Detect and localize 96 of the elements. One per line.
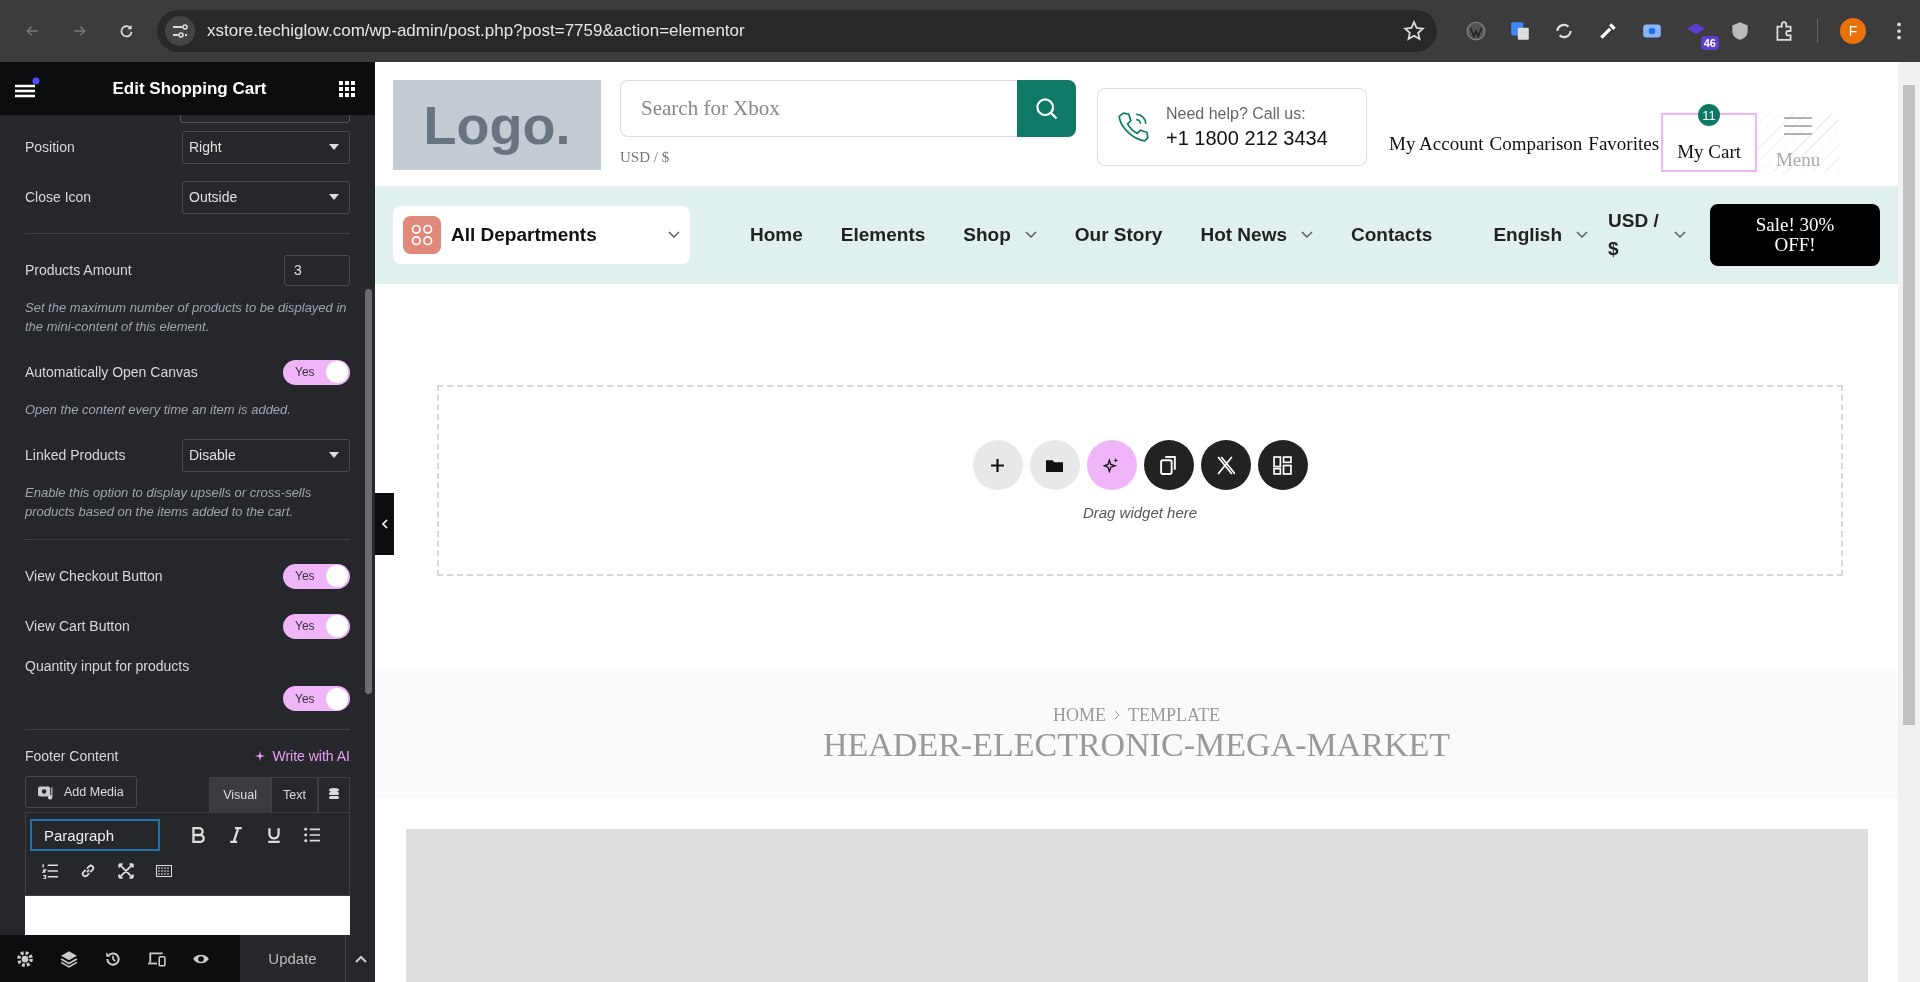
control-label: Footer Content bbox=[25, 748, 119, 764]
update-button[interactable]: Update bbox=[240, 935, 345, 982]
page-title: HEADER-ELECTRONIC-MEGA-MARKET bbox=[822, 725, 1450, 764]
select-field[interactable]: Outside bbox=[182, 180, 350, 214]
help-text: Enable this option to display upsells or cross-sells products based on the items added to the cart. bbox=[25, 484, 313, 521]
chevron-down-icon bbox=[1674, 231, 1686, 239]
caret-icon bbox=[329, 144, 339, 150]
departments-icon bbox=[403, 216, 441, 254]
eyedropper-icon[interactable] bbox=[1597, 20, 1619, 42]
underline-icon[interactable] bbox=[266, 827, 282, 843]
template-icon[interactable] bbox=[1257, 440, 1308, 490]
phone-icon bbox=[1116, 110, 1150, 144]
number-field[interactable]: 3 bbox=[284, 254, 350, 286]
chevron-down-icon bbox=[1576, 231, 1588, 239]
shield-icon[interactable] bbox=[1729, 20, 1751, 42]
help-text: Open the content every time an item is added. bbox=[25, 401, 292, 419]
chevron-left-icon bbox=[381, 519, 388, 529]
bold-icon[interactable] bbox=[190, 827, 206, 843]
nav-link[interactable]: Elements bbox=[840, 224, 926, 246]
collapse-panel-button[interactable] bbox=[375, 493, 394, 555]
toggle-switch[interactable]: Yes bbox=[283, 613, 350, 639]
chevron-up-icon[interactable] bbox=[345, 935, 375, 982]
select-field[interactable]: Right bbox=[182, 130, 350, 164]
fullscreen-icon[interactable] bbox=[118, 863, 134, 879]
translate-icon[interactable] bbox=[1509, 20, 1531, 42]
panel-title: Edit Shopping Cart bbox=[111, 78, 268, 99]
extension-badge: 46 bbox=[1700, 36, 1719, 50]
nav-link[interactable]: Hot News bbox=[1200, 224, 1313, 246]
account-link[interactable]: My Account bbox=[1389, 133, 1484, 155]
help-text: Set the maximum number of products to be displayed in the mini-content of this element. bbox=[25, 299, 348, 336]
nav-dropdown[interactable]: English bbox=[1493, 224, 1588, 246]
site-settings-icon[interactable] bbox=[165, 16, 195, 46]
control-label: Close Icon bbox=[25, 189, 92, 205]
database-icon[interactable] bbox=[318, 777, 350, 812]
bullet-list-icon[interactable] bbox=[304, 827, 320, 843]
wordpress-icon[interactable] bbox=[1465, 20, 1487, 42]
caret-icon bbox=[329, 452, 339, 458]
add-media-button[interactable]: Add Media bbox=[25, 776, 137, 808]
settings-icon[interactable] bbox=[16, 949, 34, 968]
history-icon[interactable] bbox=[104, 949, 122, 968]
editor-tab[interactable]: Visual bbox=[209, 777, 272, 812]
x-mark-icon[interactable] bbox=[1200, 440, 1251, 490]
drop-hint: Drag widget here bbox=[1082, 504, 1198, 521]
address-bar[interactable]: xstore.techiglow.com/wp-admin/post.php?post=7759&action=elementor bbox=[157, 10, 1437, 52]
control-label: Linked Products bbox=[25, 447, 126, 463]
currency-label[interactable]: USD / $ bbox=[620, 149, 1076, 166]
nav-link[interactable]: Shop bbox=[963, 224, 1037, 246]
apps-grid-icon[interactable] bbox=[339, 80, 355, 97]
caret-icon bbox=[329, 194, 339, 200]
departments-dropdown[interactable]: All Departments bbox=[393, 206, 690, 264]
nav-link[interactable]: Home bbox=[750, 224, 803, 246]
scrollbar-thumb[interactable] bbox=[365, 289, 372, 694]
control-label: Position bbox=[25, 139, 75, 155]
drop-zone[interactable]: Drag widget here bbox=[437, 385, 1843, 576]
chevron-down-icon bbox=[1024, 231, 1037, 239]
copy-icon[interactable] bbox=[1143, 440, 1194, 490]
account-link[interactable]: Favorites bbox=[1588, 133, 1660, 155]
format-select[interactable]: Paragraph bbox=[30, 819, 160, 851]
nav-link[interactable]: Our Story bbox=[1074, 224, 1163, 246]
link-icon[interactable] bbox=[80, 863, 96, 879]
scrollbar-thumb[interactable] bbox=[1903, 85, 1915, 725]
control-label: Quantity input for products bbox=[25, 658, 191, 674]
nav-link[interactable]: Contacts bbox=[1351, 224, 1433, 246]
add-icon[interactable] bbox=[972, 440, 1023, 490]
hamburger-icon bbox=[1784, 117, 1813, 135]
sale-button[interactable]: Sale! 30% OFF! bbox=[1710, 204, 1880, 266]
help-label: Need help? Call us: bbox=[1166, 104, 1307, 123]
control-label: Products Amount bbox=[25, 262, 132, 278]
account-link[interactable]: Comparison bbox=[1489, 133, 1583, 155]
select-field[interactable]: Disable bbox=[182, 438, 350, 472]
url-text: xstore.techiglow.com/wp-admin/post.php?post=7759&action=elementor bbox=[207, 21, 746, 41]
nav-dropdown[interactable]: USD / $ bbox=[1608, 207, 1686, 263]
numbered-list-icon[interactable] bbox=[42, 863, 58, 879]
responsive-icon[interactable] bbox=[148, 949, 166, 968]
keyboard-icon[interactable] bbox=[156, 863, 172, 879]
write-with-ai-link[interactable]: Write with AI bbox=[254, 748, 350, 764]
editor-tab[interactable]: Text bbox=[271, 777, 318, 812]
search-button[interactable] bbox=[1017, 80, 1076, 137]
layers-icon[interactable] bbox=[60, 949, 78, 968]
control-label: View Cart Button bbox=[25, 618, 130, 634]
control-label: Automatically Open Canvas bbox=[25, 364, 198, 380]
toggle-switch[interactable]: Yes bbox=[283, 563, 350, 589]
italic-icon[interactable] bbox=[228, 827, 244, 843]
toggle-switch[interactable]: Yes bbox=[283, 686, 350, 711]
chevron-down-icon bbox=[668, 231, 680, 239]
phone-number[interactable]: +1 1800 212 3434 bbox=[1166, 126, 1328, 150]
control-label: View Checkout Button bbox=[25, 568, 163, 584]
chevron-down-icon bbox=[1301, 231, 1313, 239]
search-icon bbox=[1034, 96, 1059, 121]
cart-count-badge: 11 bbox=[1698, 104, 1721, 126]
folder-icon[interactable] bbox=[1029, 440, 1080, 490]
ai-sparkle-icon[interactable] bbox=[1086, 440, 1137, 490]
chevron-right-icon bbox=[1114, 710, 1120, 720]
search-field[interactable]: Search for Xbox bbox=[620, 80, 1017, 137]
bookmark-star-icon[interactable] bbox=[1403, 20, 1425, 42]
toggle-switch[interactable]: Yes bbox=[283, 359, 350, 385]
